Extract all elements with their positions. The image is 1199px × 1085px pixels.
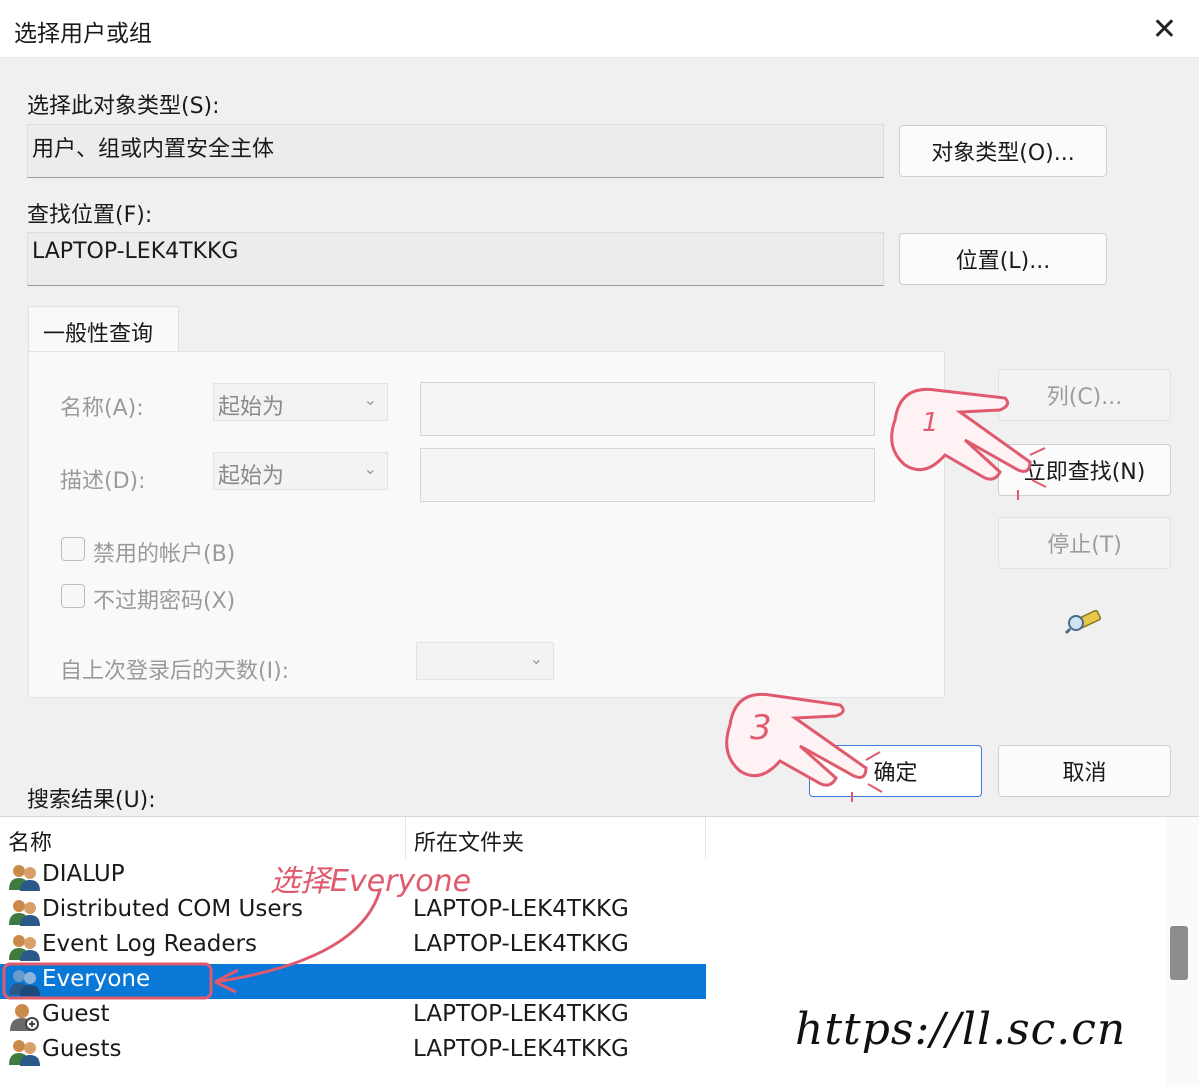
pointing-hand-icon bbox=[890, 387, 1032, 481]
step-number-1: 1 bbox=[922, 408, 939, 438]
watermark: https://ll.sc.cn bbox=[795, 1004, 1127, 1055]
step-number-3: 3 bbox=[750, 708, 772, 748]
highlight-box bbox=[2, 962, 213, 1000]
pointing-hand-icon bbox=[725, 692, 868, 787]
annotation-overlay bbox=[2, 387, 1047, 1000]
annotation-arrow bbox=[214, 889, 382, 984]
select-everyone-note: 选择Everyone bbox=[270, 864, 472, 899]
